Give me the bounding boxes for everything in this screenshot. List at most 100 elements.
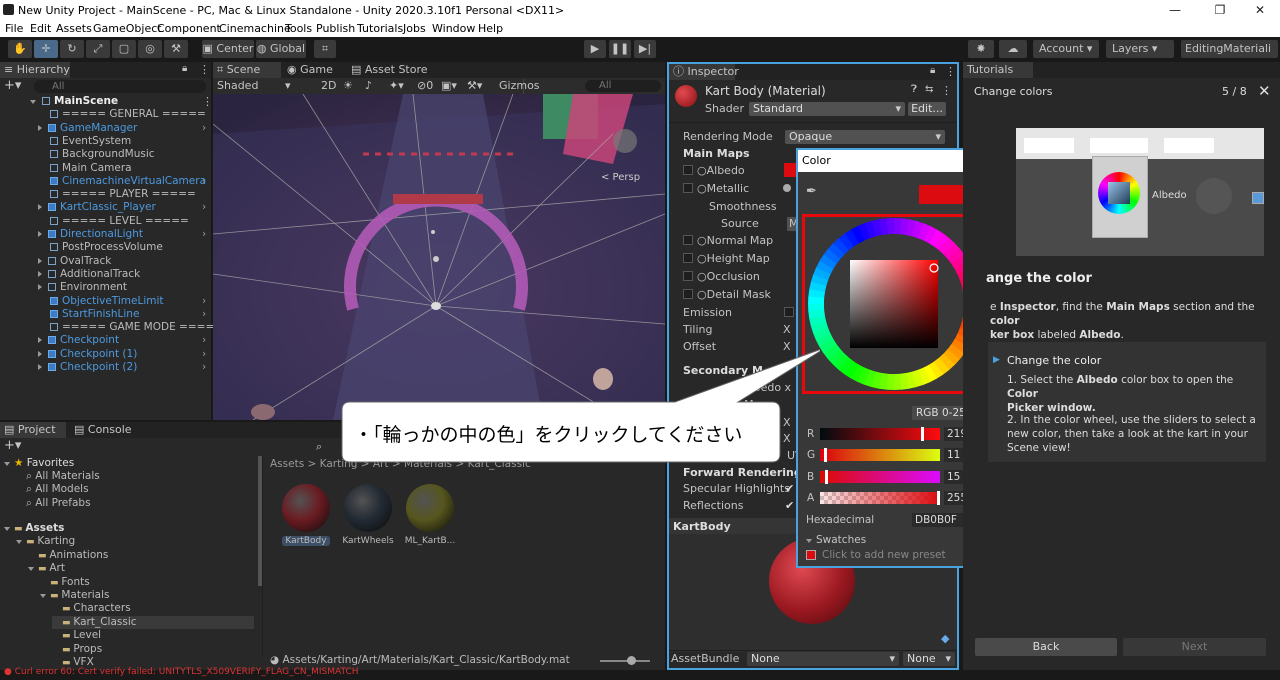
add-icon[interactable]: +▾ [4,78,21,93]
tab-tutorials[interactable]: Tutorials [963,62,1033,78]
menu-window[interactable]: Window [432,22,475,35]
height-map-slot[interactable] [683,253,693,263]
persp-label[interactable]: < Persp [601,172,640,183]
hierarchy-item[interactable]: StartFinishLine [38,308,139,321]
preset-icon[interactable]: ⇆ [925,84,933,95]
foldout-icon[interactable] [38,364,42,370]
hierarchy-item[interactable]: ===== LEVEL ===== [38,215,189,228]
hierarchy-item[interactable]: Checkpoint (2) [38,361,137,374]
label-tag-icon[interactable]: ◆ [941,632,949,645]
collab-icon[interactable]: ✸ [968,40,994,58]
scene-menu-icon[interactable]: ⋮ [202,95,213,108]
reflections-checkbox[interactable]: ✔ [785,499,794,513]
shader-dropdown[interactable]: Standard [749,102,905,116]
swatches-header[interactable]: Swatches [806,534,866,547]
tab-asset-store[interactable]: ▤ Asset Store [347,62,428,78]
scene-camera-icon[interactable]: ▣▾ [441,79,457,92]
project-folder[interactable]: ▬ Assets [4,522,64,535]
occlusion-slot[interactable] [683,271,693,281]
asset-label[interactable]: KartBody [282,536,330,546]
foldout-icon[interactable] [40,594,46,598]
menu-cinemachine[interactable]: Cinemachine [219,22,291,35]
project-folder[interactable]: ▬ Level [52,629,101,642]
g-slider-handle[interactable] [824,448,827,462]
hierarchy-item[interactable]: Checkpoint [38,334,119,347]
assetbundle-dropdown[interactable]: None [747,652,899,666]
menu-file[interactable]: File [5,22,23,35]
project-folder[interactable]: ▬ Props [52,643,102,656]
chevron-right-icon[interactable]: › [202,122,206,135]
maximize-icon[interactable]: ❐ [1205,2,1235,18]
chevron-right-icon[interactable]: › [202,361,206,374]
menu-tutorials[interactable]: Tutorials [357,22,403,35]
project-search-icon[interactable]: ⌕ [316,440,322,454]
menu-edit[interactable]: Edit [30,22,51,35]
emission-checkbox[interactable] [784,307,794,317]
hierarchy-item[interactable]: BackgroundMusic [38,148,155,161]
chevron-right-icon[interactable]: › [202,348,206,361]
r-slider-handle[interactable] [921,427,924,441]
step-icon[interactable]: ▶| [634,40,656,58]
icon-size-slider[interactable] [600,660,650,662]
hierarchy-item[interactable]: Environment [38,281,127,294]
hierarchy-item[interactable]: Main Camera [38,162,132,175]
foldout-icon[interactable] [16,540,22,545]
minimize-icon[interactable]: — [1160,2,1190,18]
hidden-objects-icon[interactable]: ⊘0 [417,79,433,92]
project-add-icon[interactable]: +▾ [4,438,21,453]
shading-mode-dropdown[interactable]: Shaded ▾ [217,79,297,92]
menu-assets[interactable]: Assets [56,22,92,35]
chevron-right-icon[interactable]: › [202,228,206,241]
project-folder[interactable]: ▬ Kart_Classic [52,615,254,629]
tab-console[interactable]: ▤ Console [70,422,140,438]
inspector-lock-icon[interactable]: 🔒︎ [930,65,935,76]
hierarchy-item[interactable]: ObjectiveTimeLimit [38,295,164,308]
rect-tool-icon[interactable]: ▢ [112,40,136,58]
project-folder[interactable]: ▬ Art [28,562,65,575]
b-slider[interactable] [820,470,940,484]
swatch-preset[interactable] [806,550,816,560]
hierarchy-search-input[interactable]: All [34,80,206,93]
hierarchy-item[interactable]: OvalTrack [38,255,111,268]
foldout-icon[interactable] [28,567,34,572]
g-slider[interactable] [820,448,940,462]
hierarchy-item[interactable]: KartClassic_Player [38,201,156,214]
tab-inspector[interactable]: ⓘ Inspector [669,64,739,80]
next-button[interactable]: Next [1123,638,1266,656]
menu-help[interactable]: Help [478,22,503,35]
material-thumbnail[interactable] [344,484,392,532]
inspector-kebab-icon[interactable]: ⋮ [945,65,956,78]
rendering-mode-dropdown[interactable]: Opaque [785,130,945,144]
hand-tool-icon[interactable]: ✋ [8,40,32,58]
hierarchy-item[interactable]: ===== GENERAL ===== [38,108,206,121]
pivot-global-button[interactable]: ◍ Global [256,40,306,58]
account-dropdown[interactable]: Account ▾ [1033,40,1099,58]
hierarchy-item[interactable]: EventSystem [38,135,131,148]
b-slider-handle[interactable] [825,470,828,484]
hierarchy-item[interactable]: GameManager [38,122,137,135]
albedo-texture-slot[interactable] [683,165,693,175]
chevron-right-icon[interactable]: › [202,334,206,347]
assetbundle-variant-dropdown[interactable]: None [903,652,955,666]
favorites-header[interactable]: ★ Favorites [4,457,74,470]
foldout-icon[interactable] [30,100,36,104]
status-message[interactable]: ● Curl error 60: Cert verify failed: UNI… [4,667,359,677]
metallic-slider-handle[interactable] [783,184,791,192]
layout-dropdown[interactable]: EditingMateriali [1181,40,1278,58]
close-icon[interactable]: ✕ [1245,2,1275,18]
menu-jobs[interactable]: Jobs [403,22,426,35]
tutorial-close-icon[interactable]: ✕ [1258,82,1271,100]
project-folder[interactable]: ▬ Fonts [40,576,90,589]
foldout-icon[interactable] [38,124,42,131]
tab-hierarchy[interactable]: ≡ Hierarchy [0,62,70,78]
component-menu-icon[interactable]: ⋮ [941,84,952,97]
foldout-icon[interactable] [38,231,42,237]
rotate-tool-icon[interactable]: ↻ [60,40,84,58]
foldout-icon[interactable] [38,350,42,357]
audio-icon[interactable]: ♪ [365,79,372,92]
pause-icon[interactable]: ❚❚ [609,40,631,58]
hierarchy-item[interactable]: Checkpoint (1) [38,348,137,361]
scale-tool-icon[interactable]: ⤢ [86,40,110,58]
favorite-item[interactable]: ⌕ All Models [26,483,89,496]
2d-toggle[interactable]: 2D [321,79,336,92]
